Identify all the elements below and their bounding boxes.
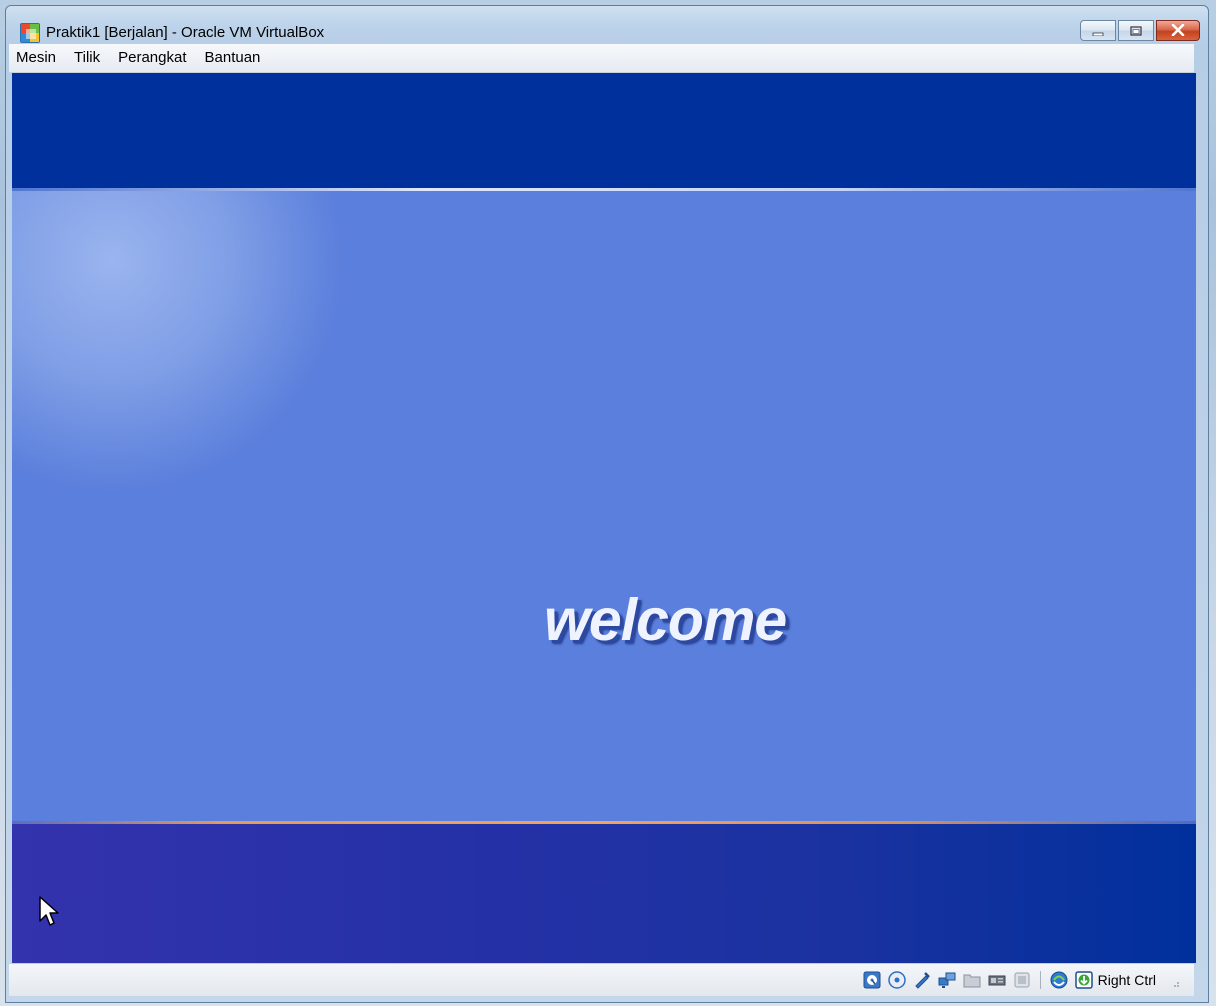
menu-tilik[interactable]: Tilik bbox=[65, 44, 109, 72]
optical-drive-icon[interactable] bbox=[887, 970, 907, 990]
maximize-button[interactable] bbox=[1118, 20, 1154, 41]
window-controls bbox=[1080, 20, 1200, 42]
display-icon[interactable] bbox=[987, 970, 1007, 990]
menu-mesin[interactable]: Mesin bbox=[9, 44, 65, 72]
keyboard-capture-icon[interactable] bbox=[1074, 970, 1094, 990]
guest-display[interactable]: welcome bbox=[12, 73, 1196, 963]
menu-perangkat[interactable]: Perangkat bbox=[109, 44, 195, 72]
minimize-icon bbox=[1092, 21, 1104, 40]
window-title: Praktik1 [Berjalan] - Oracle VM VirtualB… bbox=[46, 24, 325, 41]
welcome-top-band bbox=[12, 73, 1196, 188]
virtualbox-icon[interactable] bbox=[20, 23, 40, 43]
resize-grip-icon[interactable] bbox=[1170, 973, 1180, 987]
video-capture-icon[interactable] bbox=[1012, 970, 1032, 990]
network-icon[interactable] bbox=[937, 970, 957, 990]
welcome-text: welcome bbox=[544, 587, 787, 653]
close-icon bbox=[1171, 21, 1185, 40]
close-button[interactable] bbox=[1156, 20, 1200, 41]
host-key-label: Right Ctrl bbox=[1097, 972, 1156, 988]
maximize-icon bbox=[1130, 21, 1142, 40]
status-bar: Right Ctrl bbox=[9, 963, 1194, 996]
mouse-pointer-icon bbox=[38, 895, 60, 933]
welcome-center-panel: welcome bbox=[12, 191, 1196, 821]
menu-bar: Mesin Tilik Perangkat Bantuan bbox=[9, 44, 1194, 73]
shared-folder-icon[interactable] bbox=[962, 970, 982, 990]
status-separator bbox=[1039, 971, 1041, 989]
welcome-bottom-band bbox=[12, 824, 1196, 963]
minimize-button[interactable] bbox=[1080, 20, 1116, 41]
hard-disk-icon[interactable] bbox=[862, 970, 882, 990]
menu-bantuan[interactable]: Bantuan bbox=[196, 44, 270, 72]
status-indicators: Right Ctrl bbox=[857, 969, 1180, 991]
mouse-integration-icon[interactable] bbox=[1049, 970, 1069, 990]
usb-icon[interactable] bbox=[912, 970, 932, 990]
